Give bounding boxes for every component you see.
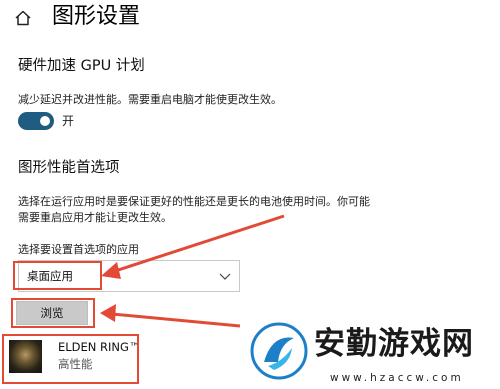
page-title: 图形设置 <box>52 4 141 29</box>
watermark-brand: 安勤游戏网 <box>314 326 474 362</box>
performance-prefs-description-2: 需要重启应用才能让更改生效。 <box>18 211 172 224</box>
browse-highlight-box <box>11 298 95 328</box>
dropdown-highlight-box <box>13 261 102 290</box>
select-app-label: 选择要设置首选项的应用 <box>18 243 139 256</box>
chevron-down-icon <box>219 273 231 280</box>
gpu-scheduling-toggle[interactable] <box>18 112 54 130</box>
performance-prefs-description-1: 选择在运行应用时是要保证更好的性能还是更长的电池使用时间。你可能 <box>18 195 370 208</box>
toggle-state-label: 开 <box>62 114 75 128</box>
watermark-url: www.hzaccw.com <box>330 372 464 384</box>
home-icon[interactable] <box>14 9 32 27</box>
gpu-scheduling-heading: 硬件加速 GPU 计划 <box>18 58 145 74</box>
toggle-knob <box>40 116 50 126</box>
performance-prefs-heading: 图形性能首选项 <box>18 160 120 176</box>
app-entry-highlight-box <box>2 334 139 384</box>
watermark-logo-icon <box>250 322 308 380</box>
arrow-to-browse <box>100 304 241 328</box>
gpu-scheduling-description: 减少延迟并改进性能。需要重启电脑才能使更改生效。 <box>18 93 282 106</box>
